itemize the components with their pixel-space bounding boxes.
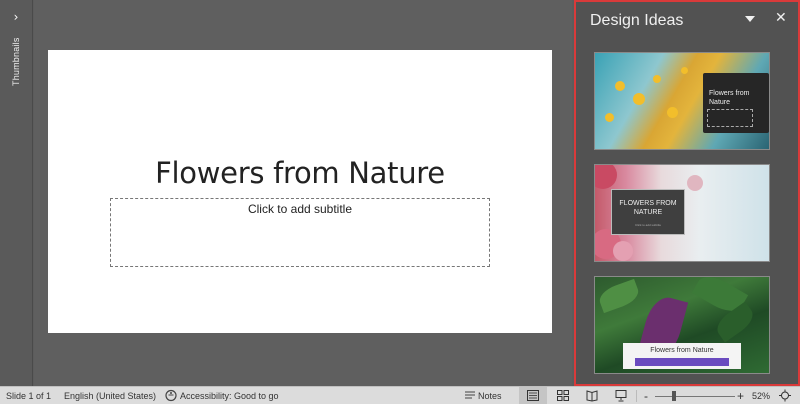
status-divider bbox=[636, 390, 637, 402]
idea-subtitle-bar bbox=[635, 358, 729, 366]
notes-icon[interactable] bbox=[463, 389, 477, 402]
flower-shape bbox=[687, 175, 703, 191]
slide-title[interactable]: Flowers from Nature bbox=[48, 156, 552, 190]
accessibility-icon[interactable] bbox=[164, 389, 178, 402]
pane-options-chevron-down-icon[interactable] bbox=[745, 16, 755, 22]
flower-shape bbox=[653, 75, 661, 83]
idea-card-subtitle: Click to add subtitle bbox=[634, 223, 661, 227]
slide-sorter-icon[interactable] bbox=[556, 389, 570, 402]
slide-show-icon[interactable] bbox=[614, 389, 628, 402]
idea-card-title: Flowers from Nature bbox=[650, 347, 714, 354]
design-idea-3[interactable]: Flowers from Nature bbox=[594, 276, 770, 374]
idea-title-card: FLOWERS FROM NATURE Click to add subtitl… bbox=[611, 189, 685, 235]
flower-shape bbox=[615, 81, 625, 91]
slide-count[interactable]: Slide 1 of 1 bbox=[6, 391, 51, 401]
idea-title-card: Flowers from Nature bbox=[623, 343, 741, 369]
status-bar: Slide 1 of 1 English (United States) Acc… bbox=[0, 386, 800, 404]
design-idea-1[interactable]: Flowers from Nature bbox=[594, 52, 770, 150]
expand-thumbnails-icon[interactable]: › bbox=[9, 10, 23, 24]
normal-view-icon bbox=[527, 390, 539, 401]
flower-shape bbox=[667, 107, 678, 118]
zoom-level[interactable]: 52% bbox=[752, 391, 770, 401]
pane-title: Design Ideas bbox=[590, 12, 684, 29]
fit-slide-icon[interactable] bbox=[778, 389, 792, 402]
zoom-slider-handle[interactable] bbox=[672, 391, 676, 401]
flower-shape bbox=[633, 93, 645, 105]
thumbnails-rail: › Thumbnails bbox=[0, 0, 33, 386]
close-icon[interactable]: ✕ bbox=[775, 10, 787, 26]
flower-shape bbox=[681, 67, 688, 74]
slide-editor: Flowers from Nature Click to add subtitl… bbox=[34, 0, 572, 386]
zoom-out-button[interactable]: - bbox=[644, 389, 648, 403]
flower-shape bbox=[613, 241, 633, 261]
leaf-shape bbox=[596, 278, 642, 314]
slide-canvas[interactable]: Flowers from Nature Click to add subtitl… bbox=[48, 50, 552, 333]
notes-button[interactable]: Notes bbox=[478, 391, 502, 401]
idea-subtitle-placeholder bbox=[707, 109, 753, 127]
thumbnails-label[interactable]: Thumbnails bbox=[4, 32, 28, 92]
flower-shape bbox=[605, 113, 614, 122]
design-idea-2[interactable]: FLOWERS FROM NATURE Click to add subtitl… bbox=[594, 164, 770, 262]
subtitle-placeholder[interactable]: Click to add subtitle bbox=[110, 198, 490, 267]
idea-card-title: Flowers from Nature bbox=[709, 90, 750, 106]
accessibility-status[interactable]: Accessibility: Good to go bbox=[180, 391, 279, 401]
subtitle-placeholder-text: Click to add subtitle bbox=[247, 202, 353, 216]
zoom-in-button[interactable]: + bbox=[737, 389, 744, 403]
idea-title-card: Flowers from Nature bbox=[703, 73, 769, 133]
flower-shape bbox=[595, 165, 617, 189]
zoom-slider-track[interactable] bbox=[655, 396, 735, 397]
design-ideas-pane: Design Ideas ✕ Flowers from Nature FLOWE… bbox=[574, 0, 800, 386]
reading-view-icon[interactable] bbox=[585, 389, 599, 402]
idea-card-title: FLOWERS FROM NATURE bbox=[619, 200, 677, 216]
language-indicator[interactable]: English (United States) bbox=[64, 391, 156, 401]
